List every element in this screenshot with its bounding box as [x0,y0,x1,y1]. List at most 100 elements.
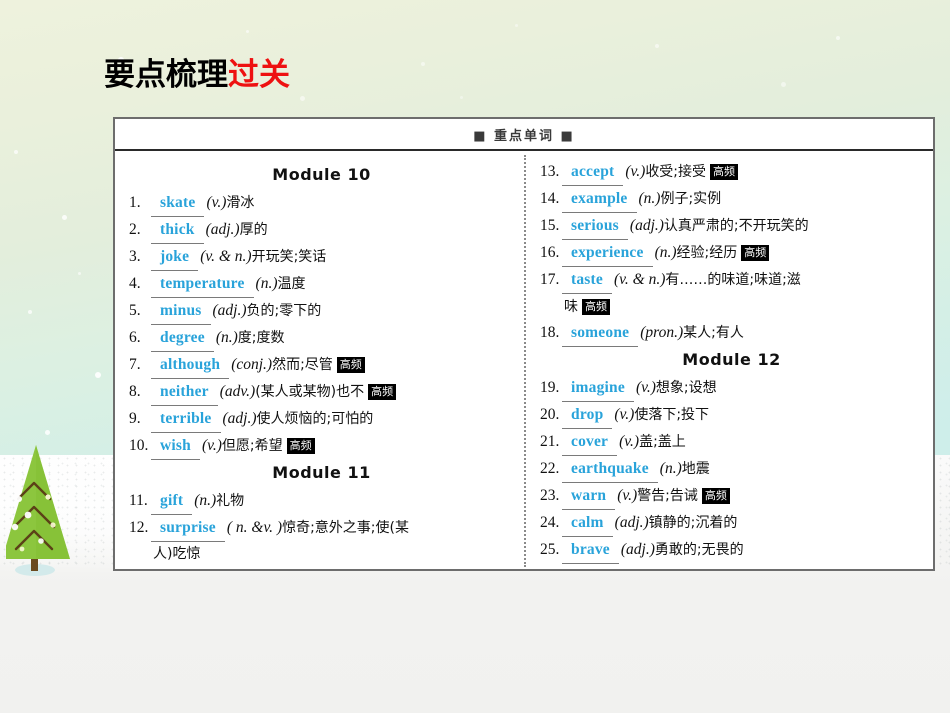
entry-meaning-continued-wrap: 味高频 [540,294,923,320]
entry-pos: (adj.) [222,410,257,427]
list-item: 2. thick (adj.)厚的 [129,217,514,244]
entry-pos: (pron.) [640,324,684,341]
entry-word[interactable]: temperature [151,271,254,298]
list-item: 20. drop (v.)使落下;投下 [540,402,923,429]
entry-word[interactable]: accept [562,159,624,186]
entry-meaning: 地震 [681,461,710,477]
entry-pos: (adj.) [614,514,649,531]
right-column: 13. accept (v.)收受;接受 高频 14. example (n.)例子;实例… [524,151,933,571]
entry-word[interactable]: terrible [151,406,221,433]
entry-pos: (v.) [201,437,222,454]
entry-pos: (n.) [654,244,677,261]
list-item: 22. earthquake (n.)地震 [540,456,923,483]
entry-word[interactable]: gift [151,488,193,515]
entry-meaning: 勇敢的;无畏的 [654,542,744,558]
list-item: 15. serious (adj.)认真严肃的;不开玩笑的 [540,213,923,240]
entry-number: 12. [129,519,149,536]
entry-word[interactable]: taste [562,267,612,294]
entry-pos: (adj.) [205,221,240,238]
entry-pos: (adv.) [219,383,256,400]
list-item: 24. calm (adj.)镇静的;沉着的 [540,510,923,537]
entry-number: 23. [540,487,560,504]
entry-pos: (v.) [614,406,635,423]
entry-meaning: 然而;尽管 [272,357,333,373]
entry-pos: (v.) [625,163,646,180]
entry-number: 1. [129,194,141,211]
list-item: 17. taste (v. & n.)有……的味道;味道;滋 味高频 [540,267,923,320]
list-item: 11. gift (n.)礼物 [129,488,514,515]
entry-word[interactable]: wish [151,433,200,460]
entry-number: 11. [129,492,148,509]
entry-pos: (n.) [638,190,661,207]
left-column: Module 10 1. skate (v.)滑冰 2. thick (adj.)厚的 … [115,151,524,571]
list-item: 19. imagine (v.)想象;设想 [540,375,923,402]
entry-word[interactable]: calm [562,510,613,537]
entry-pos: (v. & n.) [614,271,666,288]
entry-word[interactable]: drop [562,402,613,429]
table-header: ■ 重点单词 ■ [115,119,933,151]
entry-number: 21. [540,433,560,450]
entry-word[interactable]: thick [151,217,204,244]
entry-number: 22. [540,460,560,477]
entry-word[interactable]: serious [562,213,628,240]
entry-meaning: (某人或某物)也不 [255,384,365,400]
list-item: 1. skate (v.)滑冰 [129,190,514,217]
entry-number: 17. [540,271,560,288]
entry-pos: (n.) [255,275,278,292]
entry-word[interactable]: someone [562,320,639,347]
entry-number: 6. [129,329,141,346]
list-item: 9. terrible (adj.)使人烦恼的;可怕的 [129,406,514,433]
entry-meaning: 警告;告诫 [637,488,698,504]
entry-word[interactable]: warn [562,483,616,510]
entry-number: 15. [540,217,560,234]
entry-word[interactable]: brave [562,537,619,564]
entry-word[interactable]: earthquake [562,456,658,483]
entry-number: 9. [129,410,141,427]
entry-pos: (v.) [635,379,656,396]
entry-pos: (conj.) [231,356,273,373]
list-item: 6. degree (n.)度;度数 [129,325,514,352]
entry-pos: (v. & n.) [200,248,252,265]
entry-pos: ( n. &v. ) [226,519,283,536]
entry-meaning: 想象;设想 [655,380,717,396]
entry-word[interactable]: degree [151,325,214,352]
entry-word[interactable]: surprise [151,515,225,542]
entry-number: 14. [540,190,560,207]
entry-number: 10. [129,437,149,454]
module-title-11: Module 11 [272,463,371,482]
list-item: 13. accept (v.)收受;接受 高频 [540,159,923,186]
entry-meaning: 例子;实例 [660,191,722,207]
entry-word[interactable]: joke [151,244,199,271]
list-item: 21. cover (v.)盖;盖上 [540,429,923,456]
entry-meaning: 但愿;希望 [221,438,283,454]
list-item: 3. joke (v. & n.)开玩笑;笑话 [129,244,514,271]
entry-word[interactable]: skate [151,190,205,217]
status-badge: 高频 [582,299,610,315]
entry-meaning: 温度 [277,276,306,292]
entry-word[interactable]: cover [562,429,618,456]
entry-meaning: 认真严肃的;不开玩笑的 [663,218,809,234]
entry-word[interactable]: minus [151,298,211,325]
list-item: 23. warn (v.)警告;告诫 高频 [540,483,923,510]
entry-pos: (adj.) [629,217,664,234]
entry-number: 20. [540,406,560,423]
table-body: Module 10 1. skate (v.)滑冰 2. thick (adj.)厚的 … [115,151,933,571]
entry-number: 25. [540,541,560,558]
entry-number: 13. [540,163,560,180]
entry-number: 24. [540,514,560,531]
status-badge: 高频 [336,357,365,373]
list-item: 25. brave (adj.)勇敢的;无畏的 [540,537,923,564]
entry-meaning: 厚的 [239,222,268,238]
status-badge: 高频 [368,384,397,400]
entry-word[interactable]: imagine [562,375,634,402]
entry-word[interactable]: although [151,352,230,379]
entry-word[interactable]: neither [151,379,218,406]
entry-meaning: 收受;接受 [645,164,707,180]
entry-pos: (v.) [619,433,640,450]
entry-meaning: 滑冰 [226,195,255,211]
page-title: 要点梳理过关 [104,60,290,91]
entry-pos: (adj.) [212,302,247,319]
entry-word[interactable]: experience [562,240,653,267]
entry-word[interactable]: example [562,186,637,213]
entry-pos: (n.) [194,492,217,509]
